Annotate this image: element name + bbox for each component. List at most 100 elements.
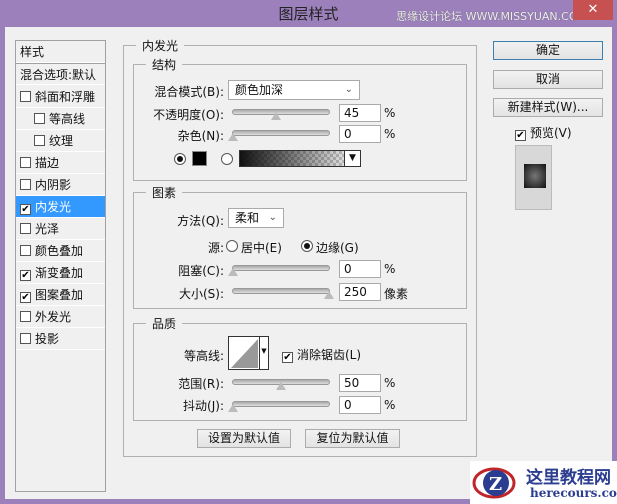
site-logo: Z 这里教程网 herecours.com bbox=[470, 461, 617, 504]
blend-mode-select[interactable]: 颜色加深 ⌄ bbox=[228, 80, 360, 100]
checkbox-checked-icon: ✔ bbox=[282, 352, 293, 363]
checkbox-icon[interactable] bbox=[20, 245, 31, 256]
styles-header[interactable]: 样式 bbox=[16, 41, 105, 63]
checkbox-checked-icon[interactable]: ✔ bbox=[20, 204, 31, 215]
styles-list: 样式 混合选项:默认 斜面和浮雕 等高线纹理描边内阴影 ✔ 内发光光泽颜色叠加 ✔ 渐变叠… bbox=[15, 40, 106, 492]
percent-label: % bbox=[384, 398, 396, 412]
range-input[interactable]: 50 bbox=[339, 374, 381, 392]
style-item-label: 渐变叠加 bbox=[35, 266, 84, 280]
style-item[interactable]: ✔ 图案叠加 bbox=[16, 284, 105, 306]
source-label: 源: bbox=[207, 241, 224, 255]
style-item[interactable]: 外发光 bbox=[16, 306, 105, 328]
jitter-slider[interactable] bbox=[228, 401, 330, 412]
checkbox-icon[interactable] bbox=[20, 91, 31, 102]
inner-glow-title: 内发光 bbox=[136, 37, 185, 54]
quality-title: 品质 bbox=[146, 315, 183, 332]
checkbox-icon[interactable] bbox=[20, 179, 31, 190]
gradient-picker[interactable]: ▼ bbox=[239, 150, 361, 167]
source-edge-label[interactable]: 边缘(G) bbox=[316, 239, 359, 256]
style-item[interactable]: 等高线 bbox=[16, 108, 105, 130]
jitter-label: 抖动(J): bbox=[183, 399, 224, 413]
checkbox-icon[interactable] bbox=[20, 333, 31, 344]
range-slider-thumb[interactable] bbox=[276, 382, 286, 390]
contour-picker[interactable]: ▼ bbox=[228, 336, 269, 370]
antialias-checkbox[interactable]: ✔ 消除锯齿(L) bbox=[282, 346, 361, 363]
logo-url: herecours.com bbox=[530, 486, 617, 500]
noise-slider[interactable] bbox=[228, 130, 330, 141]
checkbox-checked-icon[interactable]: ✔ bbox=[20, 270, 31, 281]
checkbox-icon[interactable] bbox=[34, 113, 45, 124]
contour-label: 等高线: bbox=[183, 349, 224, 363]
contour-preview-icon bbox=[231, 339, 258, 368]
opacity-input[interactable]: 45 bbox=[339, 104, 381, 122]
make-default-button[interactable]: 设置为默认值 bbox=[197, 429, 291, 448]
watermark: 思缘设计论坛 WWW.MISSYUAN.COM bbox=[396, 10, 587, 23]
source-center-label[interactable]: 居中(E) bbox=[241, 239, 282, 256]
opacity-slider[interactable] bbox=[232, 109, 330, 120]
checkbox-icon[interactable] bbox=[20, 157, 31, 168]
checkbox-checked-icon[interactable]: ✔ bbox=[20, 292, 31, 303]
style-item[interactable]: 纹理 bbox=[16, 130, 105, 152]
blend-mode-label: 混合模式(B): bbox=[154, 85, 224, 99]
caret-down-icon[interactable]: ▼ bbox=[259, 337, 268, 369]
noise-label: 杂色(N): bbox=[177, 129, 224, 143]
noise-input[interactable]: 0 bbox=[339, 125, 381, 143]
reset-default-button[interactable]: 复位为默认值 bbox=[305, 429, 400, 448]
technique-label: 方法(Q): bbox=[177, 214, 224, 228]
choke-input[interactable]: 0 bbox=[339, 260, 381, 278]
style-item[interactable]: 斜面和浮雕 bbox=[16, 86, 105, 108]
caret-down-icon[interactable]: ▼ bbox=[344, 151, 360, 166]
jitter-slider-thumb[interactable] bbox=[228, 404, 238, 412]
choke-slider[interactable] bbox=[228, 265, 330, 276]
logo-z-icon: Z bbox=[472, 467, 516, 499]
checkbox-icon[interactable] bbox=[20, 311, 31, 322]
range-slider[interactable] bbox=[232, 379, 330, 390]
blend-options-item[interactable]: 混合选项:默认 bbox=[16, 63, 105, 85]
opacity-label: 不透明度(O): bbox=[153, 108, 224, 122]
solid-color-radio[interactable] bbox=[174, 153, 186, 165]
glow-color-swatch[interactable] bbox=[192, 151, 207, 166]
choke-slider-thumb[interactable] bbox=[228, 268, 238, 276]
preview-checkbox[interactable]: ✔ 预览(V) bbox=[515, 124, 572, 141]
style-item[interactable]: 光泽 bbox=[16, 218, 105, 240]
style-item-label: 颜色叠加 bbox=[35, 244, 84, 258]
style-item-label: 光泽 bbox=[35, 222, 60, 236]
style-item-label: 外发光 bbox=[35, 310, 72, 324]
noise-slider-thumb[interactable] bbox=[228, 133, 238, 141]
cancel-button[interactable]: 取消 bbox=[493, 70, 603, 89]
new-style-button[interactable]: 新建样式(W)... bbox=[493, 98, 603, 117]
source-edge-radio[interactable] bbox=[301, 240, 313, 252]
source-center-radio[interactable] bbox=[226, 240, 238, 252]
logo-name: 这里教程网 bbox=[526, 468, 611, 488]
chevron-down-icon: ⌄ bbox=[344, 84, 353, 95]
close-button[interactable]: ✕ bbox=[573, 0, 613, 20]
opacity-slider-thumb[interactable] bbox=[271, 112, 282, 120]
checkbox-checked-icon: ✔ bbox=[515, 130, 526, 141]
style-item-label: 纹理 bbox=[49, 134, 74, 148]
size-slider-thumb[interactable] bbox=[324, 291, 334, 299]
style-item[interactable]: ✔ 渐变叠加 bbox=[16, 262, 105, 284]
style-item[interactable]: 颜色叠加 bbox=[16, 240, 105, 262]
size-slider[interactable] bbox=[232, 288, 334, 299]
technique-select[interactable]: 柔和 ⌄ bbox=[228, 208, 284, 228]
structure-title: 结构 bbox=[146, 56, 183, 73]
style-item[interactable]: 投影 bbox=[16, 328, 105, 350]
gradient-radio[interactable] bbox=[221, 153, 233, 165]
style-item[interactable]: ✔ 内发光 bbox=[16, 196, 105, 218]
preview-label: 预览(V) bbox=[530, 126, 572, 140]
percent-label: % bbox=[384, 262, 396, 276]
percent-label: % bbox=[384, 376, 396, 390]
size-input[interactable]: 250 bbox=[339, 283, 381, 301]
range-label: 范围(R): bbox=[178, 377, 224, 391]
style-item-label: 描边 bbox=[35, 156, 60, 170]
style-item[interactable]: 描边 bbox=[16, 152, 105, 174]
preview-thumbnail bbox=[515, 145, 552, 210]
ok-button[interactable]: 确定 bbox=[493, 41, 603, 60]
technique-value: 柔和 bbox=[235, 211, 260, 225]
pixels-label: 像素 bbox=[384, 287, 409, 301]
antialias-label: 消除锯齿(L) bbox=[297, 348, 362, 362]
checkbox-icon[interactable] bbox=[20, 223, 31, 234]
jitter-input[interactable]: 0 bbox=[339, 396, 381, 414]
style-item[interactable]: 内阴影 bbox=[16, 174, 105, 196]
checkbox-icon[interactable] bbox=[34, 135, 45, 146]
